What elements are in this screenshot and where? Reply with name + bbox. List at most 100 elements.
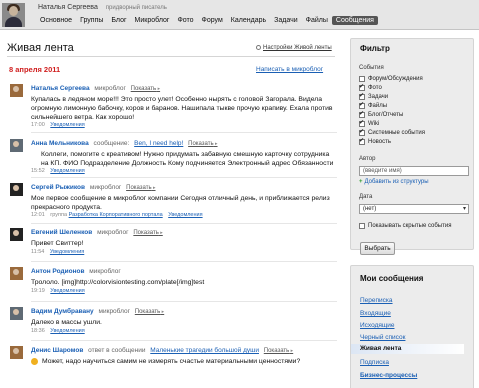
nav-files[interactable]: Файлы (302, 16, 332, 25)
show-link[interactable]: Показать (264, 348, 293, 354)
post-text: Купалась в ледяном море!!! Это просто ул… (31, 96, 333, 121)
nav-forum[interactable]: Форум (198, 16, 227, 25)
post-author[interactable]: Анна Мельникова (31, 140, 89, 147)
nav-microblog[interactable]: Микроблог (131, 16, 174, 25)
post-kind: микроблог (94, 85, 126, 92)
filter-panel: Фильтр События Форум/Обсуждения Фото Зад… (350, 38, 474, 255)
post-author[interactable]: Евгений Шеленков (31, 229, 92, 236)
filter-photo[interactable]: Фото (359, 83, 382, 91)
avatar[interactable] (10, 346, 23, 359)
post-author[interactable]: Вадим Думбравану (31, 308, 94, 315)
avatar[interactable] (10, 228, 23, 241)
show-link[interactable]: Показать (135, 309, 164, 315)
post-text: Мое первое сообщение в микроблог компани… (31, 195, 330, 211)
post-time: 19:19 (31, 288, 45, 294)
filter-title: Фильтр (360, 44, 390, 53)
checkbox[interactable] (359, 119, 365, 127)
feed-item: Сергей Рыжиков микроблог Показать Мое пе… (7, 183, 337, 223)
notifications-link[interactable]: Уведомления (50, 328, 84, 334)
author-input[interactable]: (введите имя) (359, 166, 469, 176)
user-info: Наталья Сергеева придворный писатель (38, 4, 167, 11)
show-link[interactable]: Показать (131, 86, 160, 92)
filter-system[interactable]: Системные события (359, 128, 425, 136)
filter-tasks[interactable]: Задачи (359, 92, 388, 100)
live-feed: Живая лента Настройки Живой ленты 8 апре… (0, 33, 340, 388)
feed-item: Антон Родионов микроблог Трололо. [img]h… (7, 267, 337, 301)
nav-photo[interactable]: Фото (173, 16, 197, 25)
notifications-link[interactable]: Уведомления (50, 288, 84, 294)
post-kind: микроблог (89, 268, 121, 275)
post-author[interactable]: Денис Шаромов (31, 347, 83, 354)
post-kind: микроблог (97, 229, 129, 236)
nav-tasks[interactable]: Задачи (270, 16, 302, 25)
checkbox[interactable] (359, 101, 365, 109)
nav-main[interactable]: Основное (36, 16, 76, 25)
notifications-link[interactable]: Уведомления (50, 249, 84, 255)
nav-blog[interactable]: Блог (107, 16, 130, 25)
post-author[interactable]: Антон Родионов (31, 268, 84, 275)
messages-blacklist[interactable]: Черный список (360, 334, 405, 341)
group-label: группа (50, 212, 68, 218)
top-header: Наталья Сергеева придворный писатель Осн… (0, 0, 479, 30)
filter-files[interactable]: Файлы (359, 101, 387, 109)
nav-calendar[interactable]: Календарь (227, 16, 270, 25)
divider (31, 301, 337, 302)
feed-item: Анна Мельникова сообщение: Ben, I need h… (7, 139, 337, 177)
my-messages-panel: Мои сообщения Переписка Входящие Исходящ… (350, 265, 474, 388)
filter-forum[interactable]: Форум/Обсуждения (359, 76, 423, 82)
show-link[interactable]: Показать (188, 141, 217, 147)
add-from-structure-link[interactable]: + Добавить из структуры (359, 179, 429, 185)
divider (31, 340, 337, 341)
apply-filter-button[interactable]: Выбрать (360, 242, 395, 255)
settings-icon (256, 45, 261, 50)
checkbox[interactable] (359, 128, 365, 136)
avatar[interactable] (10, 183, 23, 196)
messages-outbox[interactable]: Исходящие (360, 322, 394, 329)
checkbox[interactable] (359, 83, 365, 91)
post-author[interactable]: Сергей Рыжиков (31, 184, 85, 191)
nav-groups[interactable]: Группы (76, 16, 107, 25)
checkbox[interactable] (359, 92, 365, 100)
post-kind: сообщение: (93, 140, 130, 147)
post-time: 18:36 (31, 328, 45, 334)
divider (31, 261, 337, 262)
filter-news[interactable]: Новость (359, 137, 391, 145)
nav-messages[interactable]: Сообщения (331, 16, 378, 25)
feed-settings-link[interactable]: Настройки Живой ленты (256, 45, 332, 51)
checkbox[interactable] (359, 76, 365, 82)
group-link[interactable]: Разработка Корпоративного портала (69, 212, 163, 218)
comment-icon (31, 358, 38, 365)
chevron-down-icon: ▾ (462, 206, 466, 212)
avatar[interactable] (10, 84, 23, 97)
feed-item: Наталья Сергеева микроблог Показать Купа… (7, 84, 337, 132)
messages-subscription[interactable]: Подписка (360, 359, 389, 366)
messages-business-processes[interactable]: Бизнес-процессы (360, 372, 417, 379)
write-microblog-link[interactable]: Написать в микроблог (256, 66, 323, 73)
show-link[interactable]: Показать (126, 185, 155, 191)
notifications-link[interactable]: Уведомления (168, 212, 202, 218)
notifications-link[interactable]: Уведомления (50, 168, 84, 174)
post-subject-link[interactable]: Маленькие трагедии большой души (150, 347, 259, 354)
post-author[interactable]: Наталья Сергеева (31, 85, 90, 92)
checkbox[interactable] (359, 223, 365, 229)
messages-conversations[interactable]: Переписка (360, 297, 393, 304)
filter-wiki[interactable]: Wiki (359, 119, 379, 127)
user-avatar[interactable] (2, 3, 25, 27)
show-link[interactable]: Показать (133, 230, 162, 236)
show-hidden-toggle[interactable]: Показывать скрытые события (359, 223, 451, 229)
avatar[interactable] (10, 267, 23, 280)
date-select[interactable]: (нет) ▾ (359, 204, 469, 214)
date-label: Дата (359, 194, 373, 200)
notifications-link[interactable]: Уведомления (50, 122, 84, 128)
filter-blog[interactable]: Блог/Отчеты (359, 110, 403, 118)
post-subject-link[interactable]: Ben, I need help! (134, 140, 183, 147)
avatar[interactable] (10, 139, 23, 152)
messages-inbox[interactable]: Входящие (360, 310, 391, 317)
checkbox[interactable] (359, 137, 365, 145)
checkbox[interactable] (359, 110, 365, 118)
divider (31, 223, 337, 224)
messages-live-feed[interactable]: Живая лента (351, 344, 464, 354)
avatar[interactable] (10, 307, 23, 320)
user-name[interactable]: Наталья Сергеева (38, 4, 98, 11)
post-text: Далеко в массы ушли. (31, 319, 102, 326)
